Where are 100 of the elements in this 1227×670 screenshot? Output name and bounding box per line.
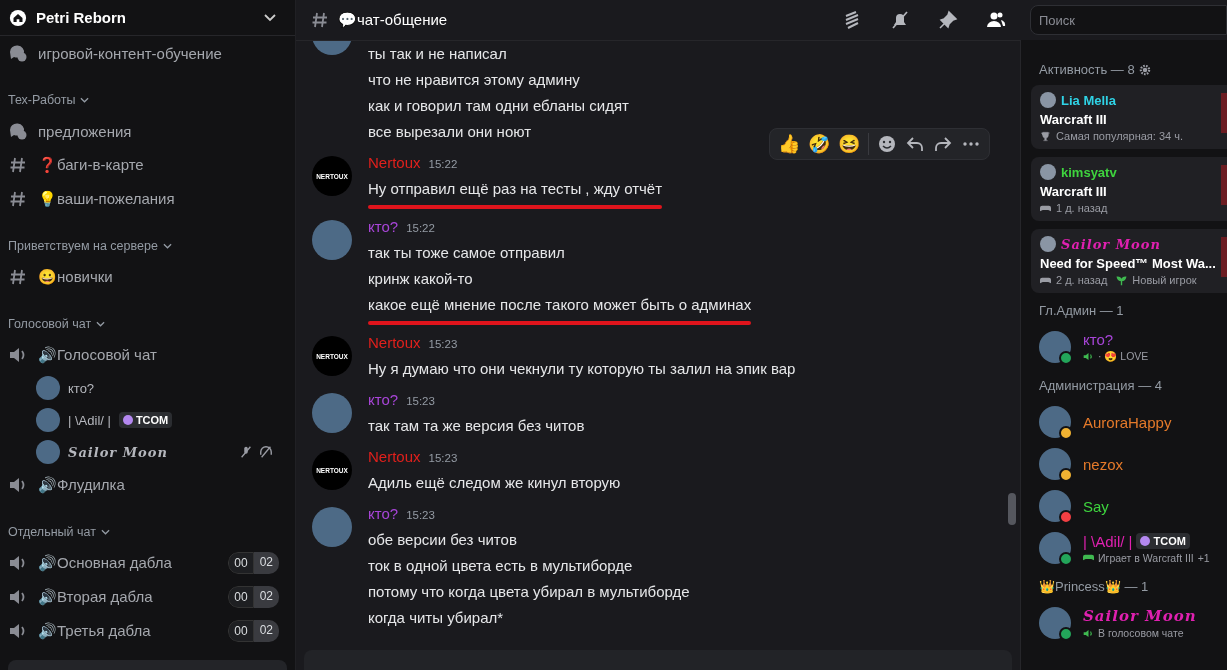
chevron-down-icon (96, 321, 106, 327)
author-name[interactable]: Nertoux (368, 448, 421, 465)
activity-detail: 2 д. назад (1056, 274, 1108, 286)
reaction-button[interactable]: 😆 (838, 133, 860, 155)
channel-item[interactable]: 🔊Третья дабла 00 02 (8, 614, 287, 648)
voice-member-name[interactable]: кто? (68, 380, 95, 396)
channel-name: игровой-контент-обучение (38, 44, 223, 62)
message-text: как и говорил там одни ебланы сидят (368, 96, 629, 116)
game-thumbnail (1221, 165, 1227, 205)
user-limit: 02 (253, 620, 279, 642)
user-count: 00 (228, 586, 254, 608)
member-name[interactable]: кто? (1083, 331, 1114, 348)
reply-icon[interactable] (905, 134, 925, 154)
message-text: так там та же версия без читов (368, 416, 585, 436)
hashtag-icon (8, 189, 28, 209)
hashtag-icon (310, 10, 330, 30)
channel-item[interactable]: 🔊Вторая дабла 00 02 (8, 580, 287, 614)
channel-name: 🔊Третья дабла (38, 622, 152, 640)
chat-bubbles-icon (8, 43, 28, 63)
avatar (36, 440, 60, 464)
member-name[interactable]: nezox (1083, 455, 1124, 473)
timestamp: 15:23 (406, 509, 435, 521)
author-name[interactable]: кто? (368, 391, 399, 408)
member-name[interactable]: AuroraHappy (1083, 413, 1172, 431)
channel-item[interactable]: 💡ваши-пожелания (8, 182, 287, 216)
category-label[interactable]: Отдельный чат (8, 525, 96, 539)
new-player-label: Новый игрок (1132, 274, 1197, 286)
author-name[interactable]: кто? (368, 218, 399, 235)
emoji-icon[interactable] (877, 134, 897, 154)
channel-name: 🔊Вторая дабла (38, 588, 154, 606)
category-label[interactable]: Тех-Работы (8, 93, 76, 107)
message-text: какое ещё мнение после такого может быть о админах (368, 295, 752, 315)
muted-bell-icon[interactable] (890, 10, 910, 30)
channel-item[interactable]: 😀новички (8, 260, 287, 294)
channel-title: 💬чат-общение (338, 11, 448, 29)
trophy-icon (1040, 130, 1051, 142)
chevron-down-icon (80, 97, 90, 103)
home-icon (9, 8, 27, 27)
game-title: Warcraft III (1040, 184, 1108, 199)
timestamp: 15:22 (406, 222, 435, 234)
chat-bubbles-icon (8, 121, 28, 141)
channel-name: предложения (38, 122, 133, 140)
section-title: Администрация — 4 (1039, 378, 1162, 393)
author-name[interactable]: Nertoux (368, 154, 421, 171)
game-thumbnail (1221, 237, 1227, 277)
reaction-button[interactable]: 👍 (778, 133, 800, 155)
channel-item[interactable]: предложения (8, 114, 287, 148)
activity-count: +1 (1197, 551, 1210, 564)
message-text: Ну я думаю что они чекнули ту которую ты залил на эпик вар (368, 359, 796, 379)
channel-item[interactable]: ❓баги-в-карте (8, 148, 287, 182)
message-text: кринж какой-то (368, 269, 473, 289)
sprout-icon (1116, 274, 1128, 286)
gear-icon[interactable] (1138, 63, 1151, 76)
game-thumbnail (1221, 93, 1227, 133)
reaction-button[interactable]: 🤣 (808, 133, 830, 155)
user-name: kimsyatv (1061, 164, 1117, 180)
author-name[interactable]: Nertoux (368, 334, 421, 351)
forward-icon[interactable] (933, 134, 953, 154)
search-field[interactable]: Поиск (1030, 5, 1227, 35)
hashtag-icon (8, 267, 28, 287)
message-text: что не нравится этому админу (368, 70, 580, 90)
avatar[interactable] (312, 220, 352, 260)
member-name[interactable]: Say (1083, 497, 1109, 515)
channel-item[interactable]: 🔊Основная дабла 00 02 (8, 546, 287, 580)
voice-member-name[interactable]: Sailor Moon (68, 444, 168, 460)
channel-item[interactable]: игровой-контент-обучение (8, 36, 287, 70)
channel-name: 🔊Основная дабла (38, 554, 173, 572)
game-title: Need for Speed™ Most Wa... (1040, 256, 1217, 271)
scrollbar-thumb[interactable] (1008, 493, 1016, 525)
category-label[interactable]: Приветствуем на сервере (8, 239, 158, 253)
avatar (1040, 164, 1056, 180)
member-name[interactable]: | \Adil/ | (1083, 532, 1133, 550)
avatar[interactable] (312, 393, 352, 433)
message-text: когда читы убирал* (368, 608, 504, 628)
message-text: ток в одной цвета есть в мультиборде (368, 556, 633, 576)
author-name[interactable]: кто? (368, 505, 399, 522)
voice-member-name[interactable]: | \Adil/ | (68, 412, 111, 428)
chevron-down-icon (162, 243, 172, 249)
avatar (36, 376, 60, 400)
status-text: · 😍 LOVE (1098, 350, 1149, 363)
channel-item[interactable]: 🔊Флудилка (8, 468, 287, 502)
user-name: Sailor Moon (1061, 236, 1161, 252)
message-text: ты так и не написал (368, 44, 507, 64)
channel-item[interactable]: 🔊Голосовой чат (8, 338, 287, 372)
message-text: Ну отправил ещё раз на тесты , жду отчёт (368, 179, 663, 199)
activity-card[interactable]: Lia Mella Warcraft III Самая популярная: 34 ч. (1031, 85, 1227, 149)
section-title: Активность — 8 (1039, 62, 1135, 77)
user-count: 00 (228, 552, 254, 574)
category-label[interactable]: Голосовой чат (8, 317, 92, 331)
members-icon[interactable] (986, 10, 1006, 30)
avatar[interactable] (312, 507, 352, 547)
user-limit: 02 (253, 552, 279, 574)
server-header[interactable]: Petri Reborn (0, 0, 295, 36)
member-name[interactable]: Sailor Moon (1083, 607, 1197, 625)
activity-card[interactable]: Sailor Moon Need for Speed™ Most Wa... 2 д. назад Новый игрок (1031, 229, 1227, 293)
activity-card[interactable]: kimsyatv Warcraft III 1 д. назад (1031, 157, 1227, 221)
user-count: 00 (228, 620, 254, 642)
server-name: Petri Reborn (36, 9, 127, 26)
message-text: все вырезали они ноют (368, 122, 532, 142)
pin-icon[interactable] (938, 10, 958, 30)
